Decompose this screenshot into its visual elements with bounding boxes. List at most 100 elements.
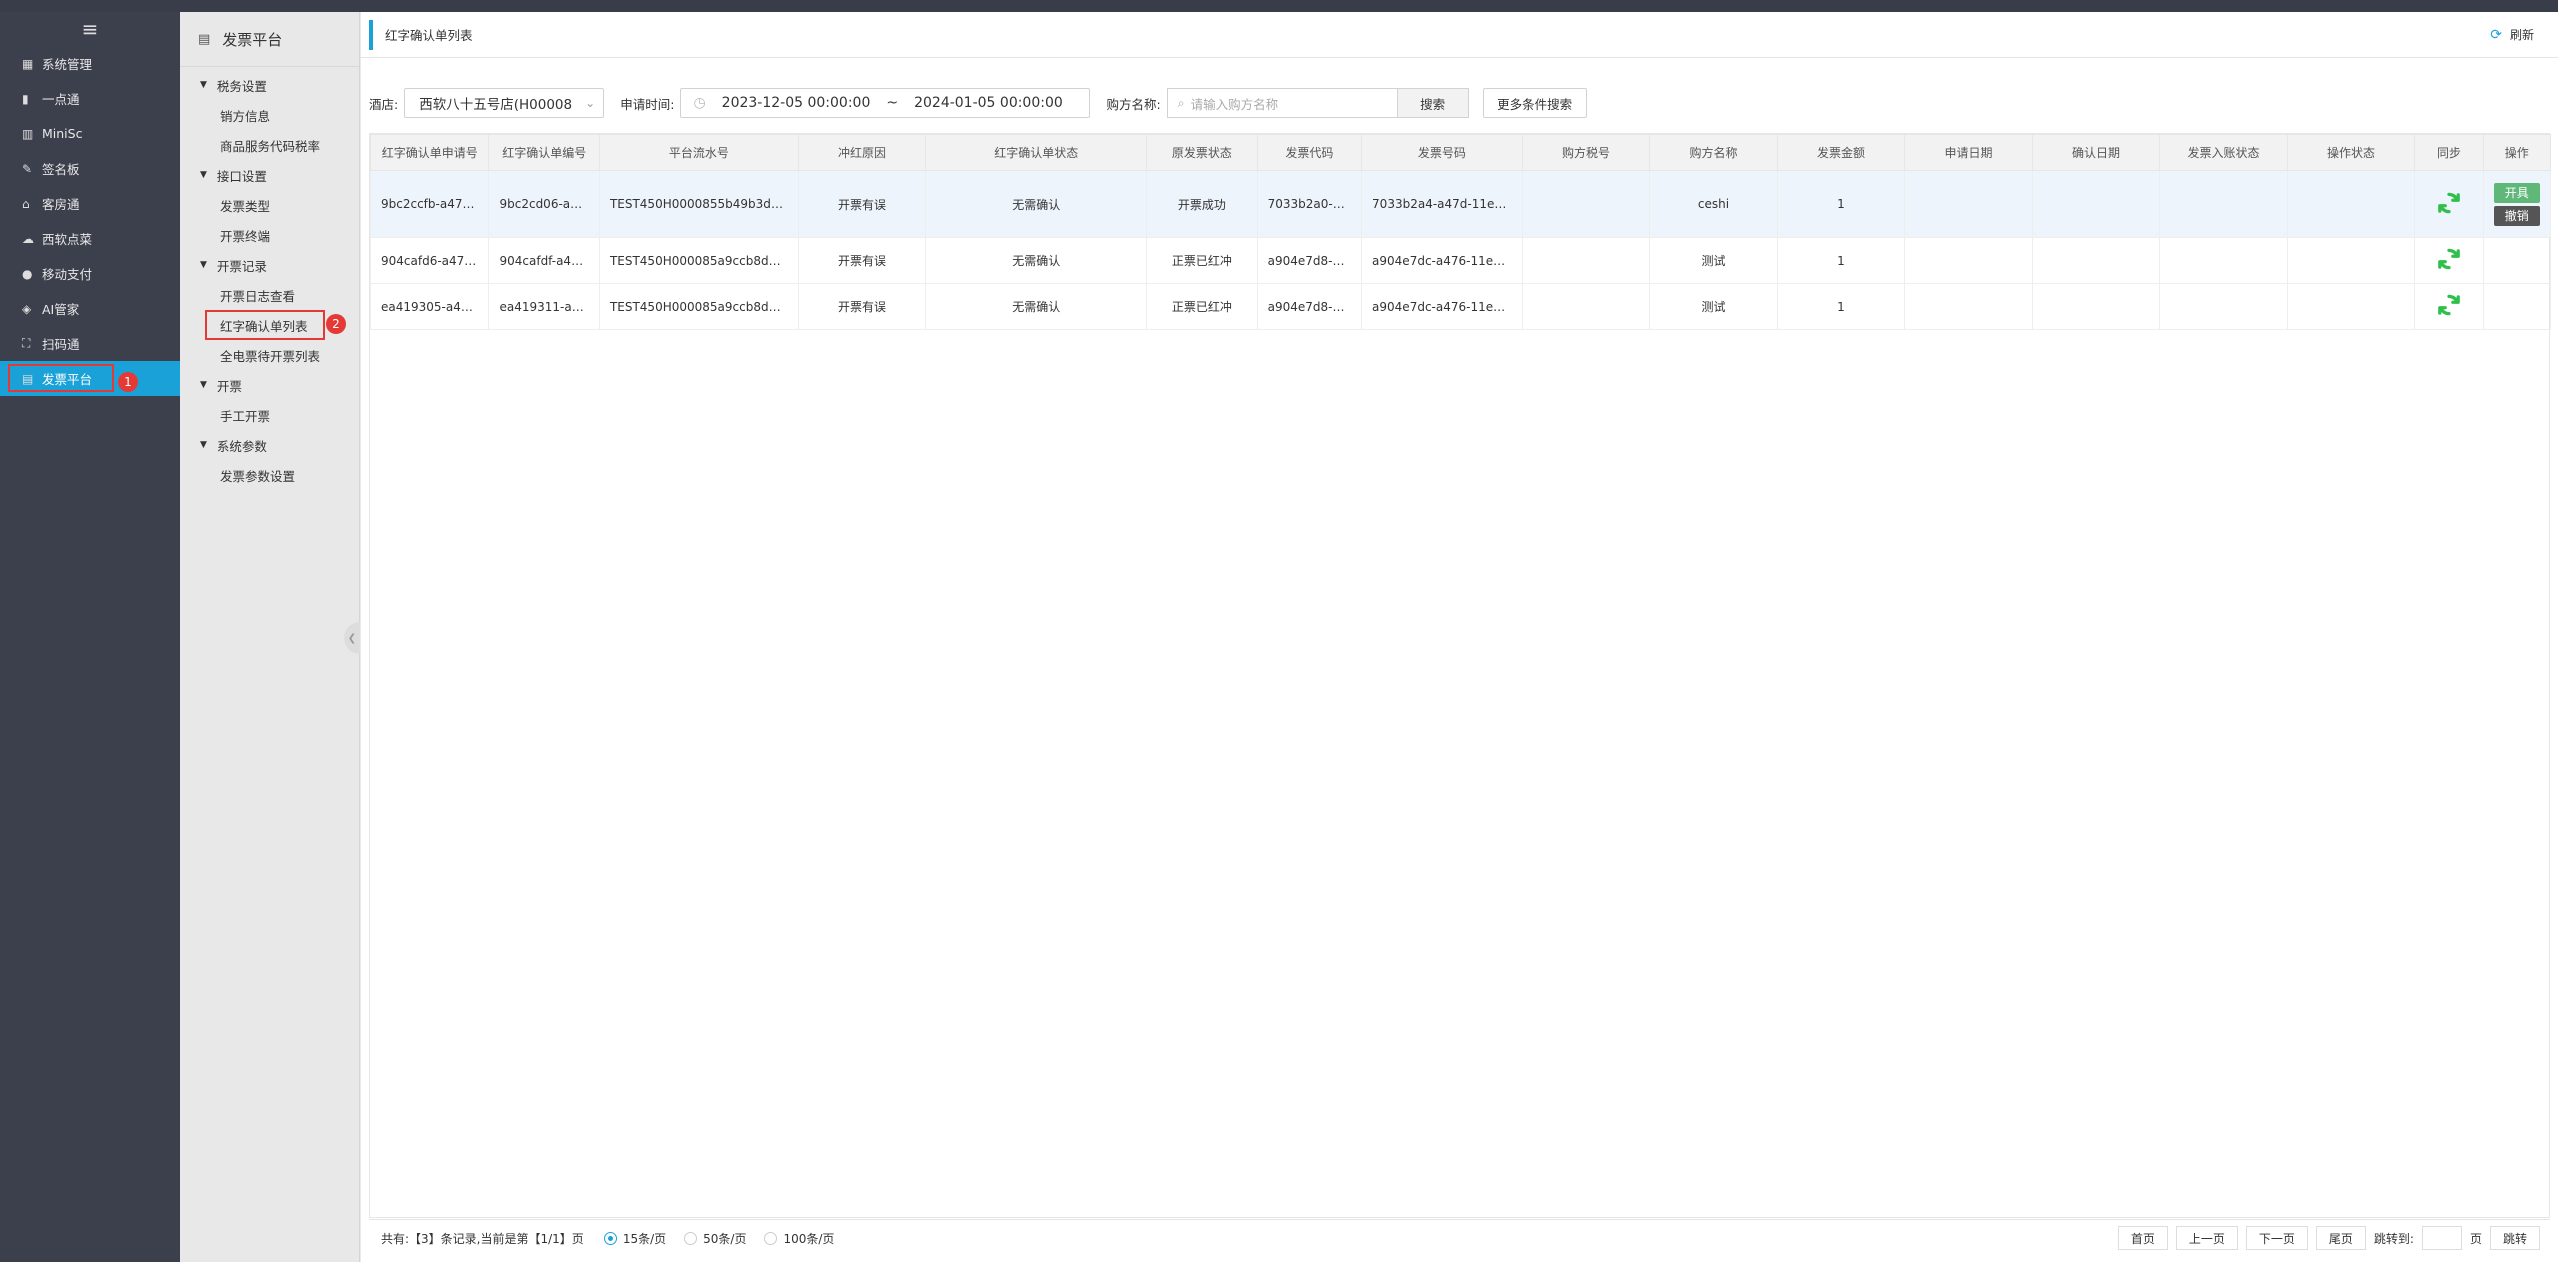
table-cell: ea419311-a4... <box>488 283 600 330</box>
ai-icon: ◈ <box>22 301 32 316</box>
first-page-button[interactable]: 首页 <box>2117 1226 2168 1250</box>
subnav-item[interactable]: 发票类型 <box>180 190 359 220</box>
jump-page-input[interactable] <box>2421 1226 2462 1250</box>
table-cell: 无需确认 <box>925 237 1148 284</box>
nav-item-label: 一点通 <box>42 92 80 107</box>
table-cell <box>1521 237 1651 284</box>
subnav-item[interactable]: 开票终端 <box>180 220 359 250</box>
table-cell <box>2159 283 2288 330</box>
refresh-label: 刷新 <box>2509 28 2534 42</box>
nav-item-7[interactable]: ◈ AI管家 <box>0 291 180 326</box>
table-cell: 正票已红冲 <box>1146 237 1258 284</box>
column-header: 冲红原因 <box>797 134 927 171</box>
nav-item-6[interactable]: ● 移动支付 <box>0 256 180 291</box>
next-page-button[interactable]: 下一页 <box>2245 1226 2308 1250</box>
sub-sidebar: ▤ 发票平台 ▼ 税务设置 销方信息 商品服务代码税率 ▼ 接口设置 发票类型 开票终端 ▼ 开票… <box>180 12 360 1262</box>
subnav-item[interactable]: 手工开票 <box>180 400 359 430</box>
jump-label: 跳转到: <box>2373 1231 2414 1246</box>
issue-button[interactable]: 开具 <box>2493 182 2540 203</box>
sync-icon[interactable] <box>2436 292 2462 321</box>
table-cell: 904cafd6-a476... <box>369 237 490 284</box>
subnav-group[interactable]: ▼ 系统参数 <box>180 430 359 460</box>
table-cell: 无需确认 <box>925 283 1148 330</box>
table-cell <box>2031 170 2161 238</box>
subnav-group[interactable]: ▼ 税务设置 <box>180 70 359 100</box>
main-content: 红字确认单列表 ⟳ 刷新 酒店: 西软八十五号店(H00008 ⌄ 申请时间: … <box>361 12 2558 1262</box>
subnav-item[interactable]: 发票参数设置 <box>180 460 359 490</box>
subnav-group[interactable]: ▼ 接口设置 <box>180 160 359 190</box>
nav-item-label: 系统管理 <box>42 57 93 72</box>
table-row[interactable]: ea419305-a469... ea419311-a4... TEST450H00… <box>369 283 2552 330</box>
search-button[interactable]: 搜索 <box>1396 88 1469 118</box>
nav-item-4[interactable]: ⌂ 客房通 <box>0 186 180 221</box>
subnav-item[interactable]: 销方信息 <box>180 100 359 130</box>
table-cell <box>2286 237 2416 284</box>
table-cell <box>2031 237 2161 284</box>
column-header: 发票金额 <box>1776 134 1906 171</box>
nav-item-0[interactable]: ▦ 系统管理 <box>0 46 180 81</box>
subnav-group[interactable]: ▼ 开票记录 <box>180 250 359 280</box>
record-count: 共有:【3】条记录,当前是第【1/1】页 <box>381 1232 584 1246</box>
nav-item-8[interactable]: ⛶ 扫码通 <box>0 326 180 361</box>
sync-icon[interactable] <box>2436 190 2462 219</box>
jump-button[interactable]: 跳转 <box>2489 1226 2540 1250</box>
subnav-group[interactable]: ▼ 开票 <box>180 370 359 400</box>
subnav-item[interactable]: 开票日志查看 <box>180 280 359 310</box>
column-header: 购方税号 <box>1521 134 1651 171</box>
date-separator: ~ <box>886 95 899 111</box>
caret-down-icon: ▼ <box>200 440 207 450</box>
nav-item-label: 移动支付 <box>42 267 93 282</box>
date-label: 申请时间: <box>620 96 675 112</box>
hotel-select[interactable]: 西软八十五号店(H00008 ⌄ <box>404 88 605 118</box>
main-sidebar: ≡ ▦ 系统管理 ▮ 一点通 ▥ MiniSc ✎ 签名板 ⌂ 客房通 ☁ 西软点菜 ● 移动支付 ◈ AI管… <box>0 12 180 1262</box>
sync-icon[interactable] <box>2436 246 2462 275</box>
subnav-group-label: 接口设置 <box>216 168 267 184</box>
page-size-15-radio[interactable] <box>603 1232 617 1245</box>
subnav-item[interactable]: 商品服务代码税率 <box>180 130 359 160</box>
column-header: 购方名称 <box>1649 134 1778 171</box>
table-cell <box>1904 237 2033 284</box>
operation-cell <box>2482 283 2552 330</box>
date-start: 2023-12-05 00:00:00 <box>721 95 871 111</box>
column-header: 红字确认单编号 <box>488 134 600 171</box>
page-size-50-radio[interactable] <box>684 1232 698 1245</box>
clock-icon: ◷ <box>693 95 706 111</box>
revoke-button[interactable]: 撤销 <box>2493 205 2540 226</box>
menu-toggle-icon[interactable]: ≡ <box>0 12 180 46</box>
chart-icon: ▮ <box>22 91 29 106</box>
bars-icon: ▥ <box>22 126 34 141</box>
nav-item-label: 西软点菜 <box>42 232 93 247</box>
page-size-100-radio[interactable] <box>764 1232 778 1245</box>
table-cell: TEST450H000085a9ccb8d8-... <box>598 283 799 330</box>
nav-item-1[interactable]: ▮ 一点通 <box>0 81 180 116</box>
buyer-search-input[interactable]: ⌕ 请输入购方名称 <box>1166 88 1397 118</box>
highlight-box-red-confirm-list <box>205 310 325 340</box>
column-header: 申请日期 <box>1904 134 2033 171</box>
table-row[interactable]: 9bc2ccfb-a47d... 9bc2cd06-a4... TEST450H00… <box>369 170 2552 238</box>
mobile-pay-icon: ● <box>22 266 33 281</box>
table-cell <box>1521 283 1651 330</box>
page-size-100-label: 100条/页 <box>783 1232 835 1246</box>
refresh-button[interactable]: ⟳ 刷新 <box>2490 26 2534 43</box>
caret-down-icon: ▼ <box>200 170 207 180</box>
nav-item-2[interactable]: ▥ MiniSc <box>0 116 180 151</box>
last-page-button[interactable]: 尾页 <box>2315 1226 2366 1250</box>
subnav-item[interactable]: 全电票待开票列表 <box>180 340 359 370</box>
nav-item-3[interactable]: ✎ 签名板 <box>0 151 180 186</box>
table-cell: a904e7dc-a476-11ee-a <box>1361 237 1523 284</box>
column-header: 红字确认单状态 <box>925 134 1148 171</box>
table-cell <box>1904 170 2033 238</box>
date-range-input[interactable]: ◷ 2023-12-05 00:00:00 ~ 2024-01-05 00:00… <box>680 88 1091 118</box>
table-cell: 1 <box>1776 237 1906 284</box>
table-cell <box>1521 170 1651 238</box>
tab-red-confirm-list[interactable]: 红字确认单列表 <box>369 19 473 50</box>
column-header: 原发票状态 <box>1146 134 1258 171</box>
page-size-15-label: 15条/页 <box>622 1232 667 1246</box>
more-search-button[interactable]: 更多条件搜索 <box>1482 88 1587 118</box>
table-row[interactable]: 904cafd6-a476... 904cafdf-a47... TEST450H0… <box>369 237 2552 284</box>
column-header: 发票号码 <box>1361 134 1523 171</box>
nav-item-5[interactable]: ☁ 西软点菜 <box>0 221 180 256</box>
nav-item-label: MiniSc <box>42 126 83 141</box>
prev-page-button[interactable]: 上一页 <box>2175 1226 2238 1250</box>
table-cell: 开票有误 <box>797 170 927 238</box>
